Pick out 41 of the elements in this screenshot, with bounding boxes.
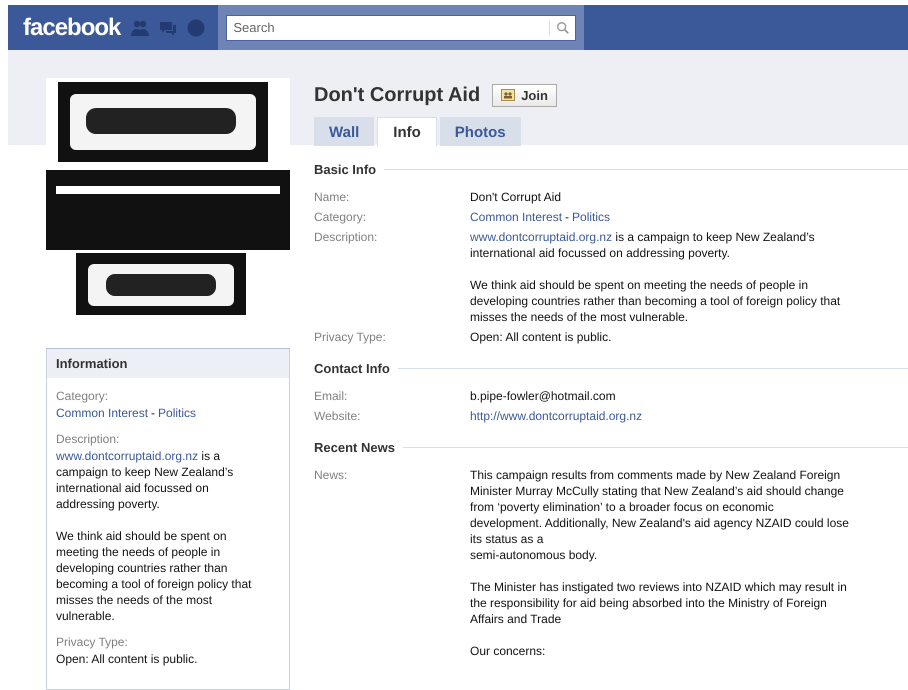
page-title: Don't Corrupt Aid [314, 84, 480, 106]
section-heading: Recent News [314, 440, 395, 455]
field-label: News: [314, 467, 348, 484]
category-link[interactable]: Politics [158, 405, 196, 421]
description-text: www.dontcorruptaid.org.nz is a campaign to keep New Zealand’s international aid focussed on addressing poverty. [470, 229, 816, 261]
category-link[interactable]: Politics [572, 209, 610, 225]
separator-text: - [151, 405, 156, 421]
description-text: www.dontcorruptaid.org.nz is a campaign to keep New Zealand’s international aid focussed on addressing poverty. [56, 448, 234, 512]
panel-heading: Information [47, 349, 289, 378]
website-link[interactable]: www.dontcorruptaid.org.nz [470, 230, 612, 244]
news-text: Our concerns: [470, 643, 546, 659]
join-button[interactable]: Join [492, 84, 557, 106]
field-label: Name: [314, 189, 350, 205]
field-value: Open: All content is public. [470, 329, 612, 345]
description-text: We think aid should be spent on meeting the needs of people in developing countries rather than becoming a tool of foreign policy that misses the needs of the most vulnerable. [470, 277, 842, 325]
separator-text: - [565, 209, 570, 225]
field-label: Website: [314, 408, 362, 424]
field-value: Don't Corrupt Aid [470, 189, 562, 205]
description-text: We think aid should be spent on meeting the needs of people in developing countries rather than becoming a tool of foreign policy that misses the needs of the most vulnerable. [56, 528, 252, 624]
field-label: Category: [314, 209, 368, 225]
section-heading: Basic Info [314, 162, 376, 177]
news-text: This campaign results from comments made by New Zealand Foreign Minister Murray McCully stating that New Zealand’s aid should change from ‘poverty elimination’ to a broader focus on economic development. Additionally, New Zealand's aid agency NZAID could lose its status as a semi-autonomous body. [470, 467, 850, 563]
logo[interactable]: facebook [23, 14, 120, 42]
category-link[interactable]: Common Interest [470, 209, 562, 225]
tab[interactable]: Photos [440, 117, 521, 146]
field-label: Privacy Type: [56, 634, 129, 650]
field-label: Description: [314, 229, 378, 246]
field-label: Description: [56, 431, 120, 447]
category-link[interactable]: Common Interest [56, 405, 148, 421]
field-value: Open: All content is public. [56, 651, 198, 667]
field-label: Category: [56, 388, 110, 404]
website-link[interactable]: http://www.dontcorruptaid.org.nz [470, 408, 908, 424]
news-text: The Minister has instigated two reviews into NZAID which may result in the responsibility for aid being absorbed into the Ministry of Foreign Affairs and Trade [470, 579, 848, 627]
tab[interactable]: Info [377, 117, 437, 146]
website-link[interactable]: www.dontcorruptaid.org.nz [56, 449, 198, 463]
field-label: Privacy Type: [314, 329, 387, 345]
section-heading: Contact Info [314, 361, 390, 376]
tab[interactable]: Wall [314, 117, 374, 146]
people-icon [501, 89, 516, 101]
field-label: Email: [314, 388, 348, 404]
field-value: b.pipe-fowler@hotmail.com [470, 388, 617, 404]
